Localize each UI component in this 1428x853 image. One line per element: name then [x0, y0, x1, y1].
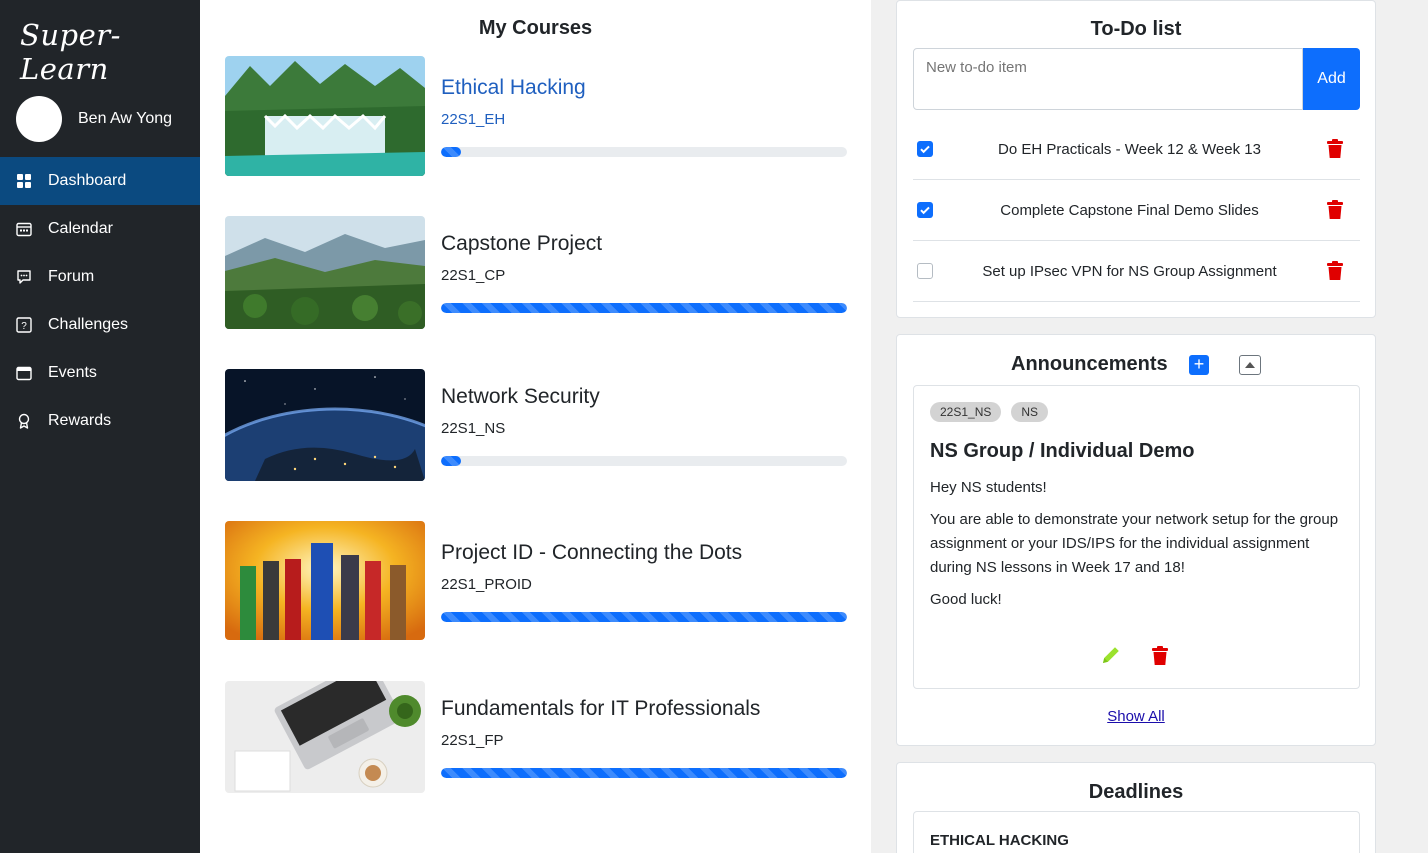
course-code[interactable]: 22S1_EH — [441, 111, 505, 128]
announcement-paragraph: Hey NS students! — [930, 479, 1047, 496]
add-todo-button[interactable]: Add — [1303, 48, 1360, 110]
todo-item: Complete Capstone Final Demo Slides — [913, 180, 1360, 241]
challenges-icon: ? — [16, 317, 32, 333]
todo-text: Set up IPsec VPN for NS Group Assignment — [982, 262, 1277, 280]
announcement-item: 22S1_NS NS NS Group / Individual Demo He… — [913, 385, 1360, 689]
sidebar-item-challenges[interactable]: ? Challenges — [0, 301, 200, 349]
sidebar-item-forum[interactable]: Forum — [0, 253, 200, 301]
todo-item: Do EH Practicals - Week 12 & Week 13 — [913, 119, 1360, 180]
course-card[interactable]: Ethical Hacking 22S1_EH — [225, 56, 847, 176]
course-image-mountain-forest[interactable] — [225, 216, 425, 329]
tag[interactable]: NS — [1011, 402, 1049, 422]
sidebar-item-label: Forum — [48, 268, 95, 285]
sidebar-item-label: Dashboard — [48, 172, 127, 189]
course-progress — [441, 456, 847, 466]
sidebar-item-label: Challenges — [48, 316, 129, 333]
brand-logo[interactable]: Super-Learn — [20, 18, 200, 86]
sidebar-item-label: Events — [48, 364, 97, 381]
tag[interactable]: 22S1_NS — [930, 402, 1002, 422]
deadline-item: ETHICAL HACKING — [913, 811, 1360, 853]
deadlines-title: Deadlines — [1088, 781, 1184, 803]
course-progress — [441, 147, 847, 157]
progress-fill — [441, 612, 847, 622]
course-name[interactable]: Network Security — [441, 385, 600, 409]
sidebar-nav: Dashboard Calendar Forum ? Challenges Ev… — [0, 157, 200, 445]
course-code: 22S1_PROID — [441, 576, 532, 593]
announcement-paragraph: You are able to demonstrate your network… — [930, 511, 1339, 576]
course-name[interactable]: Ethical Hacking — [441, 76, 586, 100]
sidebar-item-rewards[interactable]: Rewards — [0, 397, 200, 445]
announcements-card: Announcements + 22S1_NS NS NS Group / In… — [896, 334, 1376, 746]
forum-icon — [16, 269, 32, 285]
announcement-body: Hey NS students! You are able to demonst… — [930, 476, 1345, 620]
avatar[interactable] — [16, 96, 62, 142]
course-card[interactable]: Fundamentals for IT Professionals 22S1_F… — [225, 681, 847, 801]
course-code: 22S1_NS — [441, 420, 506, 437]
announcements-title: Announcements — [1011, 353, 1168, 375]
course-name[interactable]: Fundamentals for IT Professionals — [441, 697, 760, 721]
user-name: Ben Aw Yong — [78, 110, 173, 127]
course-progress — [441, 768, 847, 778]
show-all-link[interactable]: Show All — [897, 708, 1375, 725]
progress-fill — [441, 303, 847, 313]
events-icon — [16, 365, 32, 381]
course-card[interactable]: Project ID - Connecting the Dots 22S1_PR… — [225, 521, 847, 641]
sidebar: Super-Learn Ben Aw Yong Dashboard Calend… — [0, 0, 200, 853]
course-name[interactable]: Project ID - Connecting the Dots — [441, 541, 742, 565]
deadlines-card: Deadlines ETHICAL HACKING — [896, 762, 1376, 853]
todo-checkbox[interactable] — [917, 263, 933, 279]
course-image-earth[interactable] — [225, 369, 425, 481]
trash-icon[interactable] — [1326, 200, 1344, 220]
svg-text:?: ? — [21, 321, 27, 332]
course-code: 22S1_CP — [441, 267, 506, 284]
course-progress — [441, 303, 847, 313]
sidebar-item-label: Calendar — [48, 220, 113, 237]
progress-fill — [441, 768, 847, 778]
sidebar-item-events[interactable]: Events — [0, 349, 200, 397]
my-courses-title: My Courses — [478, 17, 593, 39]
calendar-icon — [16, 221, 32, 237]
course-image-laptop-desk[interactable] — [225, 681, 425, 793]
trash-icon[interactable] — [1326, 261, 1344, 281]
todo-input[interactable] — [913, 48, 1303, 110]
progress-fill — [441, 147, 462, 157]
todo-card: To-Do list Add Do EH Practicals - Week 1… — [896, 0, 1376, 318]
sidebar-item-calendar[interactable]: Calendar — [0, 205, 200, 253]
user-profile[interactable]: Ben Aw Yong — [16, 96, 172, 142]
todo-checkbox[interactable] — [917, 202, 933, 218]
announcement-paragraph: Good luck! — [930, 591, 1002, 608]
deadline-course: ETHICAL HACKING — [930, 832, 1069, 849]
todo-text: Complete Capstone Final Demo Slides — [1000, 201, 1259, 219]
announcements-header: Announcements + — [897, 353, 1375, 381]
announcement-heading: NS Group / Individual Demo — [930, 440, 1195, 462]
course-card[interactable]: Network Security 22S1_NS — [225, 369, 847, 489]
course-progress — [441, 612, 847, 622]
todo-text: Do EH Practicals - Week 12 & Week 13 — [998, 140, 1261, 158]
my-courses-panel: My Courses Ethical Hacking 22S1_EH Capst… — [200, 0, 871, 853]
add-announcement-button[interactable]: + — [1189, 355, 1209, 375]
tag-list: 22S1_NS NS — [930, 402, 1058, 422]
rewards-icon — [16, 413, 32, 429]
course-image-superheroes[interactable] — [225, 521, 425, 640]
todo-title: To-Do list — [1090, 18, 1182, 40]
todo-checkbox[interactable] — [917, 141, 933, 157]
course-card[interactable]: Capstone Project 22S1_CP — [225, 216, 847, 336]
course-image-waterfall[interactable] — [225, 56, 425, 176]
course-name[interactable]: Capstone Project — [441, 232, 602, 256]
trash-icon[interactable] — [1151, 646, 1169, 666]
sidebar-item-dashboard[interactable]: Dashboard — [0, 157, 200, 205]
todo-item: Set up IPsec VPN for NS Group Assignment — [913, 241, 1360, 302]
course-code: 22S1_FP — [441, 732, 504, 749]
trash-icon[interactable] — [1326, 139, 1344, 159]
dashboard-icon — [16, 173, 32, 189]
collapse-toggle-icon[interactable] — [1239, 355, 1261, 375]
progress-fill — [441, 456, 462, 466]
edit-pencil-icon[interactable] — [1100, 644, 1122, 666]
sidebar-item-label: Rewards — [48, 412, 112, 429]
